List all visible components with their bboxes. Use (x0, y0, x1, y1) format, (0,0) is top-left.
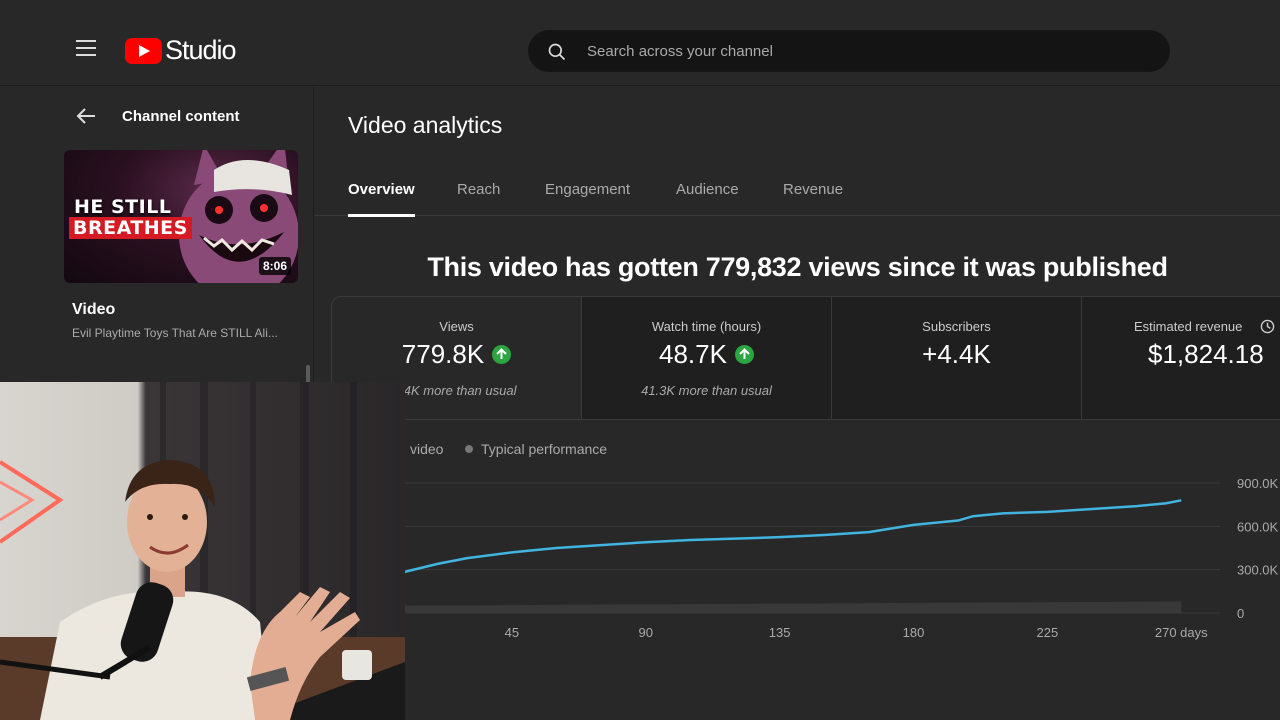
metric-value: $1,824.18 (1148, 339, 1264, 369)
menu-icon[interactable] (76, 40, 96, 56)
views-headline: This video has gotten 779,832 views sinc… (427, 252, 1168, 282)
metric-label: Estimated revenue (1134, 319, 1243, 334)
analytics-tabs: Overview Reach Engagement Audience Reven… (315, 169, 1280, 217)
channel-content-link[interactable]: Channel content (122, 108, 240, 125)
tab-audience[interactable]: Audience (676, 181, 739, 198)
typical-performance-band (378, 601, 1182, 613)
metric-label: Subscribers (922, 319, 991, 334)
trend-up-icon (492, 345, 512, 364)
studio-logo[interactable]: Studio (125, 35, 237, 66)
search-icon (548, 43, 566, 61)
x-tick-label: 45 (505, 625, 519, 640)
logo-text: Studio (165, 35, 237, 65)
legend-dot-icon (465, 445, 473, 453)
metric-card-subscribers[interactable]: Subscribers +4.4K (832, 297, 1082, 419)
y-tick-label: 900.0K (1237, 476, 1279, 491)
main-content: Video analytics Overview Reach Engagemen… (315, 87, 1280, 720)
back-arrow-icon[interactable] (76, 107, 96, 125)
metric-value-row: 48.7K (582, 339, 831, 370)
tab-reach[interactable]: Reach (457, 181, 500, 198)
search-input[interactable] (587, 39, 1147, 63)
presenter-video (0, 382, 405, 720)
x-tick-label: 180 (903, 625, 925, 640)
metric-value-row: +4.4K (832, 339, 1081, 370)
legend-this-video: video (410, 441, 444, 457)
x-tick-label: 135 (769, 625, 791, 640)
metric-card-watch-time[interactable]: Watch time (hours) 48.7K 41.3K more than… (582, 297, 832, 419)
metric-value-row: 779.8K (332, 339, 581, 370)
legend-typical-label: Typical performance (481, 441, 608, 457)
x-tick-label: 90 (639, 625, 653, 640)
clock-icon[interactable] (1260, 319, 1275, 334)
metric-value: +4.4K (922, 339, 991, 369)
metric-comparison: 41.3K more than usual (641, 383, 772, 398)
y-tick-label: 600.0K (1237, 519, 1279, 534)
webcam-overlay (0, 382, 405, 720)
thumbnail-text-line1: HE STILL (74, 196, 172, 218)
legend-typical-performance: Typical performance (465, 441, 607, 457)
search-bar[interactable] (528, 30, 1170, 72)
video-section-label: Video (72, 301, 116, 318)
metric-value: 779.8K (401, 339, 485, 369)
video-thumbnail[interactable]: HE STILL BREATHES 8:06 (64, 150, 298, 283)
x-tick-label: 225 (1037, 625, 1059, 640)
tab-engagement[interactable]: Engagement (545, 181, 630, 198)
y-tick-label: 0 (1237, 606, 1244, 621)
metric-value: 48.7K (659, 339, 727, 369)
y-tick-label: 300.0K (1237, 563, 1279, 578)
video-title: Evil Playtime Toys That Are STILL Ali... (72, 326, 278, 340)
x-tick-label: 270 days (1155, 625, 1208, 640)
metric-card-revenue[interactable]: Estimated revenue $1,824.18 (1082, 297, 1280, 419)
thumbnail-text-line2: BREATHES (69, 217, 192, 239)
metric-cards: Views 779.8K ..4K more than usual Watch … (331, 296, 1280, 420)
page-title: Video analytics (348, 112, 503, 138)
top-bar: Studio (0, 0, 1280, 86)
video-duration-badge: 8:06 (258, 257, 291, 275)
views-series-line (377, 499, 1182, 581)
metric-label: Watch time (hours) (651, 319, 762, 334)
trend-up-icon (734, 345, 754, 364)
metric-label: Views (439, 319, 474, 334)
metric-value-row: $1,824.18 (1148, 339, 1264, 370)
tab-revenue[interactable]: Revenue (783, 181, 843, 198)
youtube-play-icon (125, 37, 162, 64)
tab-overview[interactable]: Overview (348, 181, 415, 217)
views-line-chart[interactable]: 900.0K 600.0K 300.0K 0 45 90 135 180 225 270 days (315, 462, 1280, 720)
